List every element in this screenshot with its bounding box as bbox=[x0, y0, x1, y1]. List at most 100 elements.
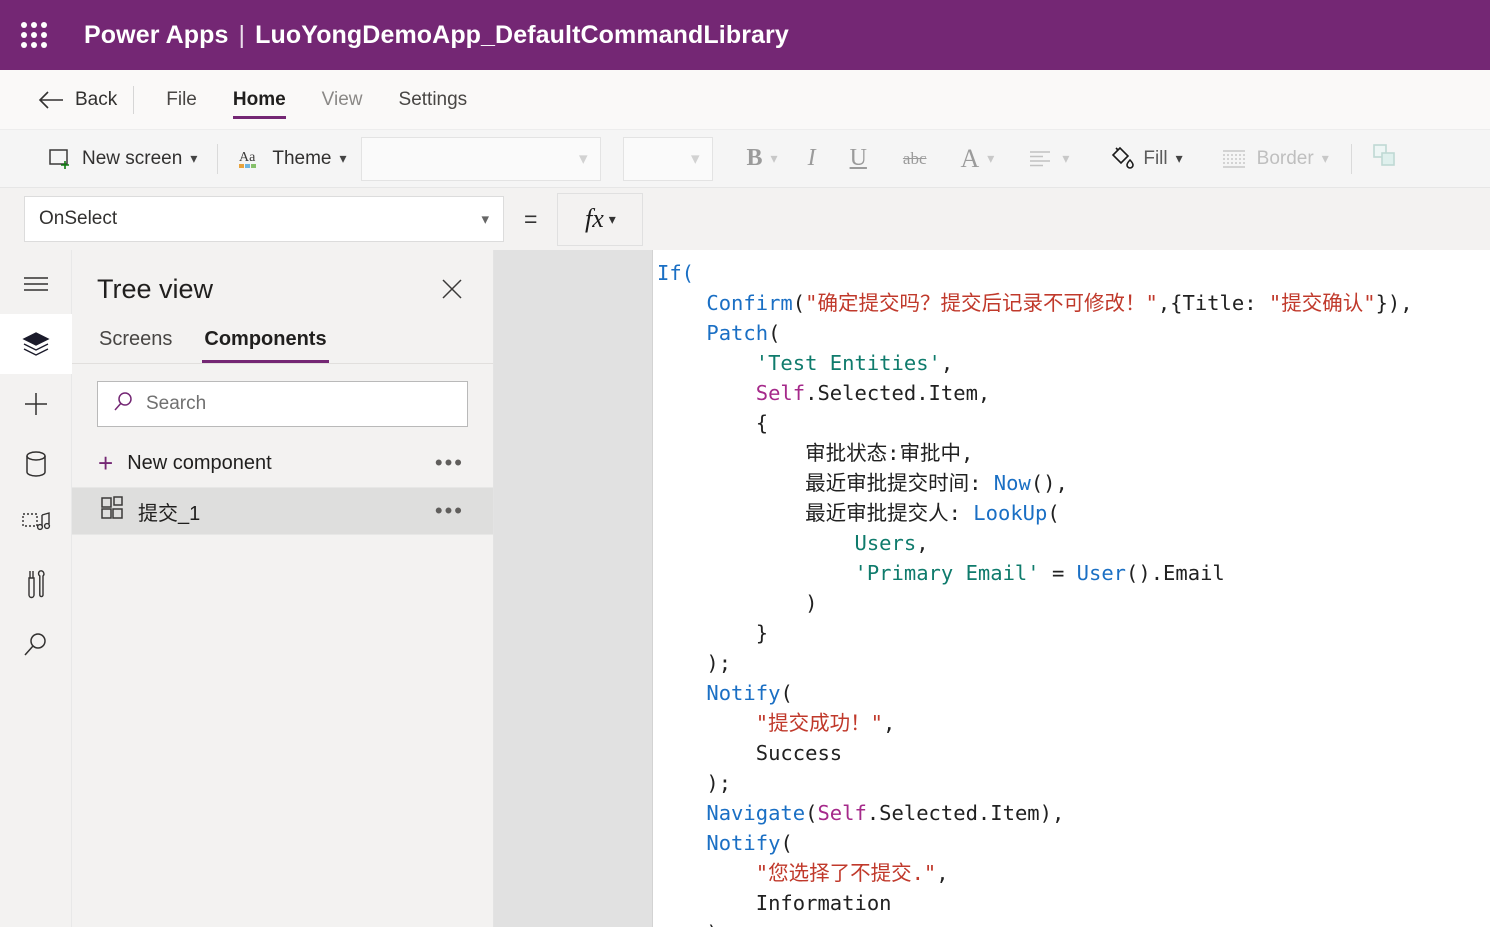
formula-token: ( bbox=[780, 831, 793, 855]
formula-token: Confirm bbox=[706, 291, 793, 315]
formula-line: ) bbox=[657, 588, 1490, 618]
formula-token bbox=[657, 351, 756, 375]
border-icon bbox=[1221, 148, 1249, 170]
bold-icon: B bbox=[746, 145, 763, 171]
svg-text:Aa: Aa bbox=[239, 150, 256, 165]
formula-token bbox=[657, 381, 756, 405]
formula-token: , bbox=[936, 861, 949, 885]
formula-token bbox=[657, 681, 706, 705]
tree-item-overflow-button[interactable]: ••• bbox=[431, 500, 468, 522]
font-color-icon: A bbox=[960, 143, 980, 173]
formula-token: 'Test Entities' bbox=[755, 351, 941, 375]
border-button[interactable]: Border ▾ bbox=[1213, 142, 1337, 176]
new-screen-label: New screen bbox=[82, 147, 183, 169]
menu-item-home[interactable]: Home bbox=[219, 81, 300, 119]
formula-token: Self bbox=[817, 801, 867, 825]
reorder-button[interactable] bbox=[1362, 137, 1408, 180]
fx-button[interactable]: fx ▾ bbox=[557, 192, 644, 246]
formula-token: ( bbox=[1047, 501, 1060, 525]
plus-icon bbox=[22, 390, 50, 418]
back-label: Back bbox=[75, 88, 118, 110]
search-icon bbox=[112, 391, 134, 418]
formula-token: LookUp bbox=[973, 501, 1048, 525]
menu-item-view[interactable]: View bbox=[308, 81, 377, 119]
rail-item-data[interactable] bbox=[0, 434, 72, 494]
new-component-button[interactable]: + New component ••• bbox=[72, 439, 493, 487]
italic-button[interactable]: I bbox=[800, 139, 824, 178]
fx-icon: fx bbox=[585, 204, 604, 233]
tree-search-wrapper bbox=[72, 364, 493, 439]
rail-item-insert[interactable] bbox=[0, 374, 72, 434]
formula-token: ,{Title: bbox=[1157, 291, 1269, 315]
formula-token bbox=[657, 711, 756, 735]
formula-line: "提交成功！", bbox=[657, 708, 1490, 738]
property-value: OnSelect bbox=[39, 208, 118, 229]
formula-token bbox=[657, 801, 706, 825]
formula-token: "确定提交吗？提交后记录不可修改！" bbox=[805, 291, 1158, 315]
formula-line: Notify( bbox=[657, 678, 1490, 708]
search-input[interactable] bbox=[146, 393, 453, 415]
formula-code[interactable]: If( Confirm ( "确定提交吗？提交后记录不可修改！",{Title: "… bbox=[653, 258, 1490, 927]
menu-item-file[interactable]: File bbox=[152, 81, 211, 119]
formula-line: ) bbox=[657, 918, 1490, 927]
bold-button[interactable]: B ▾ bbox=[739, 139, 786, 178]
strikethrough-button[interactable]: abc bbox=[895, 143, 935, 175]
chevron-down-icon: ▾ bbox=[1321, 150, 1329, 166]
font-color-button[interactable]: A ▾ bbox=[953, 138, 1003, 180]
font-size-select[interactable]: ▾ bbox=[622, 136, 713, 181]
theme-button[interactable]: Aa Theme ▾ bbox=[230, 141, 354, 177]
rail-item-hamburger[interactable] bbox=[0, 254, 72, 314]
close-icon[interactable] bbox=[435, 272, 469, 306]
formula-token: ( bbox=[805, 801, 818, 825]
rail-item-tree-view[interactable] bbox=[0, 314, 72, 374]
formula-line: { bbox=[657, 408, 1490, 438]
formula-editor[interactable]: If( Confirm ( "确定提交吗？提交后记录不可修改！",{Title: "… bbox=[653, 250, 1490, 927]
new-screen-button[interactable]: New screen ▾ bbox=[40, 141, 205, 177]
arrow-left-icon bbox=[38, 90, 64, 110]
brand-separator: | bbox=[238, 20, 246, 49]
menu-item-label: Settings bbox=[398, 88, 468, 110]
font-family-select[interactable]: ▾ bbox=[360, 136, 601, 181]
property-select[interactable]: OnSelect ▾ bbox=[24, 196, 504, 242]
chevron-down-icon: ▾ bbox=[987, 150, 995, 166]
align-button[interactable]: ▾ bbox=[1020, 143, 1077, 175]
formula-token: ( bbox=[780, 681, 793, 705]
tree-view-panel: Tree view Screens Components Search + Ne… bbox=[72, 250, 494, 927]
rail-item-search[interactable] bbox=[0, 614, 72, 674]
formula-token: ); bbox=[657, 651, 732, 675]
component-icon bbox=[100, 496, 124, 526]
ribbon-divider bbox=[1350, 143, 1352, 174]
ribbon-divider bbox=[217, 143, 219, 174]
plus-icon: + bbox=[98, 448, 114, 478]
formula-token: Self bbox=[755, 381, 806, 405]
tree-search-box[interactable] bbox=[97, 381, 468, 427]
tab-screens[interactable]: Screens bbox=[97, 322, 174, 363]
formula-token: If( bbox=[657, 261, 695, 285]
formula-token: (), bbox=[1030, 471, 1068, 495]
formula-token: }), bbox=[1375, 291, 1413, 315]
formula-line: ); bbox=[657, 768, 1490, 798]
menu-item-settings[interactable]: Settings bbox=[385, 81, 482, 119]
tree-item-component[interactable]: 提交_1 ••• bbox=[72, 487, 493, 535]
new-component-overflow-button[interactable]: ••• bbox=[431, 452, 468, 474]
tree-view-header: Tree view bbox=[72, 250, 493, 318]
formula-token: = bbox=[1039, 561, 1077, 585]
back-button[interactable]: Back bbox=[38, 89, 133, 111]
tab-components[interactable]: Components bbox=[202, 322, 329, 363]
formula-line: 'Test Entities', bbox=[657, 348, 1490, 378]
formula-token: , bbox=[940, 351, 954, 375]
waffle-grid-icon[interactable] bbox=[16, 17, 52, 53]
fill-button[interactable]: Fill ▾ bbox=[1099, 140, 1190, 178]
rail-item-media[interactable] bbox=[0, 494, 72, 554]
formula-token: .Selected.Item), bbox=[866, 801, 1065, 825]
menu-item-label: Home bbox=[232, 88, 286, 110]
ribbon-toolbar: New screen ▾ Aa Theme ▾ ▾ ▾ B ▾ I U abc … bbox=[0, 130, 1490, 188]
canvas-area[interactable] bbox=[494, 250, 653, 927]
underline-button[interactable]: U bbox=[842, 139, 875, 178]
formula-line: "您选择了不提交.", bbox=[657, 858, 1490, 888]
rail-item-tools[interactable] bbox=[0, 554, 72, 614]
chevron-down-icon: ▾ bbox=[190, 150, 198, 166]
border-label: Border bbox=[1256, 147, 1314, 169]
formula-line: Information bbox=[657, 888, 1490, 918]
tree-item-left: 提交_1 bbox=[100, 496, 200, 526]
